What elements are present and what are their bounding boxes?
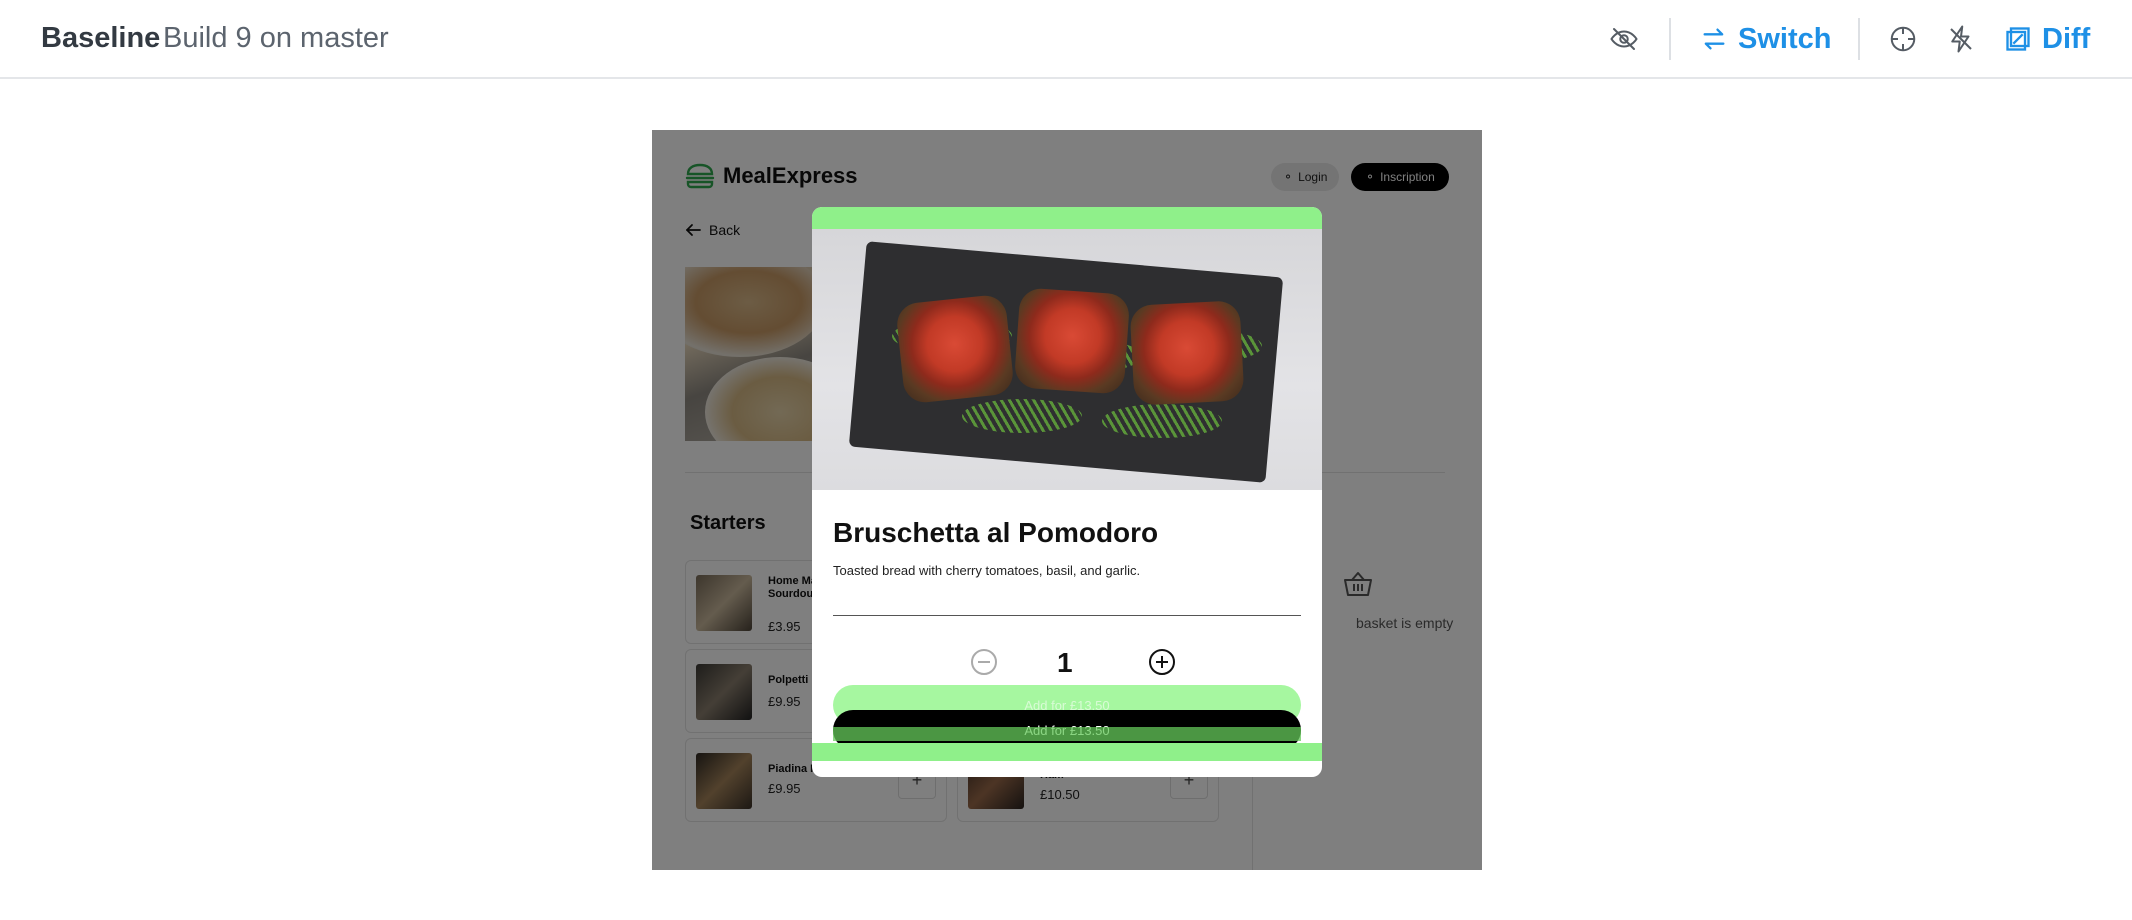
toolbar-divider xyxy=(1669,18,1671,60)
switch-button[interactable]: Switch xyxy=(1700,20,1831,58)
switch-label: Switch xyxy=(1738,22,1832,55)
diff-button[interactable]: Diff xyxy=(2004,20,2090,58)
divider xyxy=(833,615,1301,616)
quantity-value: 1 xyxy=(1057,647,1073,678)
toolbar: Baseline Build 9 on master Switch Diff xyxy=(0,0,2132,79)
product-photo xyxy=(812,229,1322,490)
diff-highlight xyxy=(812,207,1322,229)
minus-circle-icon[interactable] xyxy=(970,648,998,681)
diff-highlight xyxy=(812,743,1322,761)
diff-icon xyxy=(2006,27,2030,51)
product-title: Bruschetta al Pomodoro xyxy=(833,517,1159,548)
snapshot-canvas: MealExpress ⚬ Login ⚬ Inscription Back S… xyxy=(652,130,1482,870)
diff-highlight xyxy=(833,727,1301,741)
plus-circle-icon[interactable] xyxy=(1148,648,1176,681)
toolbar-title: Baseline xyxy=(41,22,161,54)
crosshair-icon[interactable] xyxy=(1886,22,1920,56)
eye-off-icon[interactable] xyxy=(1607,22,1641,56)
switch-icon xyxy=(1703,28,1725,50)
product-modal: Bruschetta al Pomodoro Toasted bread wit… xyxy=(812,207,1322,777)
diff-label: Diff xyxy=(2042,22,2091,55)
toolbar-divider xyxy=(1858,18,1860,60)
lightning-off-icon[interactable] xyxy=(1944,22,1978,56)
toolbar-subtitle: Build 9 on master xyxy=(163,22,389,54)
product-description: Toasted bread with cherry tomatoes, basi… xyxy=(833,563,1141,578)
